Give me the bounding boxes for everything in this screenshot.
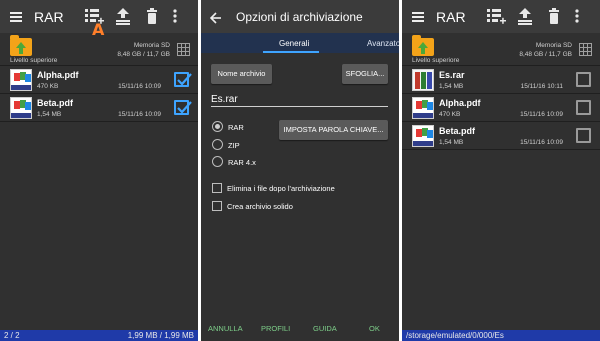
dialog-header: Opzioni di archiviazione <box>201 0 399 33</box>
file-name: Beta.pdf <box>439 126 475 136</box>
extract-icon[interactable] <box>112 6 134 26</box>
file-checkbox[interactable] <box>576 100 591 115</box>
storage-label: Memoria SD <box>133 42 170 49</box>
radio-zip[interactable] <box>212 139 223 150</box>
file-size: 1,54 MB <box>439 83 464 90</box>
file-name: Es.rar <box>439 70 465 80</box>
field-underline <box>211 106 388 107</box>
cancel-button[interactable]: ANNULLA <box>208 324 243 333</box>
help-button[interactable]: GUIDA <box>313 324 337 333</box>
add-to-archive-icon[interactable] <box>485 6 507 26</box>
delete-after-checkbox[interactable] <box>212 183 222 193</box>
file-date: 15/11/16 10:09 <box>118 83 161 90</box>
file-size: 470 KB <box>439 111 461 118</box>
radio-rar[interactable] <box>212 121 223 132</box>
file-date: 15/11/16 10:09 <box>118 111 161 118</box>
app-title: RAR <box>436 8 466 25</box>
profiles-button[interactable]: PROFILI <box>261 324 290 333</box>
set-password-button[interactable]: IMPOSTA PAROLA CHIAVE... <box>279 120 388 140</box>
radio-zip-label: ZIP <box>228 141 240 150</box>
delete-after-label: Elimina i file dopo l'archiviazione <box>227 184 335 193</box>
back-arrow-icon[interactable] <box>209 11 222 24</box>
solid-archive-checkbox[interactable] <box>212 201 222 211</box>
file-size: 470 KB <box>37 83 59 90</box>
parent-folder-row[interactable]: Livello superiore Memoria SD 8,48 GB / 1… <box>402 33 600 66</box>
more-vert-icon[interactable] <box>572 6 594 26</box>
file-row[interactable]: Alpha.pdf 470 KB 15/11/16 10:09 <box>402 94 600 122</box>
grid-view-icon[interactable] <box>579 43 592 56</box>
screens-container: RAR A Livello superiore Memoria SD 8,48 … <box>0 0 600 341</box>
file-browser-screen-1: RAR A Livello superiore Memoria SD 8,48 … <box>0 0 198 341</box>
pdf-file-icon <box>412 125 434 147</box>
file-size: 1,54 MB <box>37 111 62 118</box>
app-title: RAR <box>34 8 64 25</box>
tab-generali[interactable]: Generali <box>279 39 309 48</box>
file-row[interactable]: Beta.pdf 1,54 MB 15/11/16 10:09 <box>402 122 600 150</box>
current-path: /storage/emulated/0/000/Es <box>406 331 504 340</box>
solid-archive-label: Crea archivio solido <box>227 202 293 211</box>
archive-name-button[interactable]: Nome archivio <box>211 64 272 84</box>
folder-up-icon <box>10 35 32 56</box>
parent-folder-label: Livello superiore <box>412 57 460 64</box>
browse-button[interactable]: SFOGLIA... <box>342 64 388 84</box>
dialog-title: Opzioni di archiviazione <box>236 9 363 24</box>
file-row[interactable]: Beta.pdf 1,54 MB 15/11/16 10:09 <box>0 94 198 122</box>
menu-icon[interactable] <box>10 11 22 22</box>
delete-icon[interactable] <box>141 6 163 26</box>
pdf-file-icon <box>10 69 32 91</box>
file-row[interactable]: Es.rar 1,54 MB 15/11/16 10:11 <box>402 66 600 94</box>
file-date: 15/11/16 10:09 <box>520 111 563 118</box>
file-name: Beta.pdf <box>37 98 73 108</box>
archive-name-field[interactable]: Es.rar <box>211 94 238 105</box>
storage-value: 8,48 GB / 11,7 GB <box>117 51 170 58</box>
delete-icon[interactable] <box>543 6 565 26</box>
file-date: 15/11/16 10:09 <box>520 139 563 146</box>
file-row[interactable]: Alpha.pdf 470 KB 15/11/16 10:09 <box>0 66 198 94</box>
storage-info: Memoria SD 8,48 GB / 11,7 GB <box>519 41 572 59</box>
radio-rar4-label: RAR 4.x <box>228 158 256 167</box>
file-checkbox[interactable] <box>174 72 192 87</box>
selection-size: 1,99 MB / 1,99 MB <box>127 331 194 340</box>
folder-up-icon <box>412 35 434 56</box>
radio-rar4[interactable] <box>212 156 223 167</box>
pdf-file-icon <box>412 97 434 119</box>
file-name: Alpha.pdf <box>439 98 481 108</box>
status-bar: /storage/emulated/0/000/Es <box>402 330 600 341</box>
extract-icon[interactable] <box>514 6 536 26</box>
menu-icon[interactable] <box>412 11 424 22</box>
storage-label: Memoria SD <box>535 42 572 49</box>
file-checkbox[interactable] <box>576 72 591 87</box>
storage-value: 8,48 GB / 11,7 GB <box>519 51 572 58</box>
parent-folder-row[interactable]: Livello superiore Memoria SD 8,48 GB / 1… <box>0 33 198 66</box>
archive-options-screen: Opzioni di archiviazione Generali Avanza… <box>201 0 399 341</box>
tab-indicator <box>263 51 319 53</box>
grid-view-icon[interactable] <box>177 43 190 56</box>
ok-button[interactable]: OK <box>369 324 380 333</box>
storage-info: Memoria SD 8,48 GB / 11,7 GB <box>117 41 170 59</box>
file-date: 15/11/16 10:11 <box>520 83 563 90</box>
more-vert-icon[interactable] <box>170 6 192 26</box>
file-name: Alpha.pdf <box>37 70 79 80</box>
radio-rar-label: RAR <box>228 123 244 132</box>
file-browser-screen-2: RAR Livello superiore Memoria SD 8,48 GB… <box>402 0 600 341</box>
file-checkbox[interactable] <box>174 100 192 115</box>
parent-folder-label: Livello superiore <box>10 57 58 64</box>
tab-avanzato[interactable]: Avanzato <box>367 39 399 48</box>
pdf-file-icon <box>10 97 32 119</box>
selection-count: 2 / 2 <box>4 331 20 340</box>
app-bar: RAR <box>402 0 600 33</box>
rar-file-icon <box>412 69 434 91</box>
app-bar: RAR A <box>0 0 198 39</box>
file-checkbox[interactable] <box>576 128 591 143</box>
tab-bar: Generali Avanzato <box>201 33 399 53</box>
status-bar: 2 / 2 1,99 MB / 1,99 MB <box>0 330 198 341</box>
file-size: 1,54 MB <box>439 139 464 146</box>
